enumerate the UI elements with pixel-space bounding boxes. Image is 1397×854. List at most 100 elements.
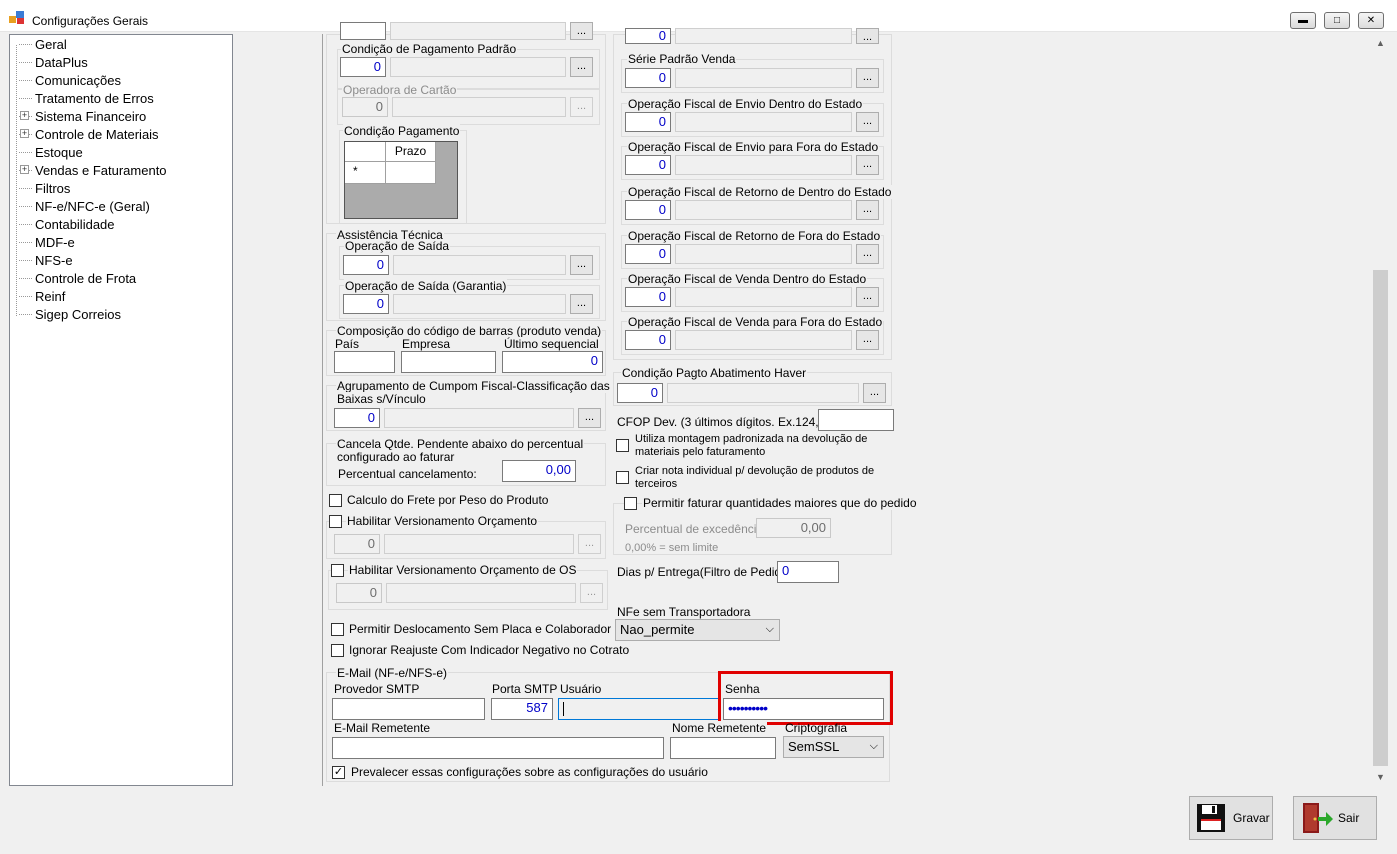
grid-cell-prazo[interactable]	[386, 162, 436, 184]
sair-button[interactable]: Sair	[1293, 796, 1377, 840]
op-input[interactable]: 0	[625, 200, 671, 220]
scroll-up-icon[interactable]: ▲	[1372, 34, 1389, 51]
tree-item[interactable]: Comunicações	[19, 71, 121, 89]
close-button[interactable]: ✕	[1358, 12, 1384, 29]
expand-icon[interactable]: +	[20, 129, 29, 138]
provedor-input[interactable]	[332, 698, 485, 720]
agrup-lookup[interactable]: ...	[578, 408, 601, 428]
abatimento-lookup[interactable]: ...	[863, 383, 886, 403]
barcode-pais-label: País	[334, 337, 361, 351]
abatimento-input[interactable]: 0	[617, 383, 663, 403]
minimize-button[interactable]: ▬	[1290, 12, 1316, 29]
op-input[interactable]: 0	[625, 155, 671, 175]
op-garantia-lookup[interactable]: ...	[570, 294, 593, 314]
tree-item[interactable]: Vendas e Faturamento	[19, 161, 167, 179]
tree-item[interactable]: Controle de Frota	[19, 269, 136, 287]
op-lookup[interactable]: ...	[856, 244, 879, 264]
grid-header-prazo[interactable]: Prazo	[386, 142, 436, 162]
expand-icon[interactable]: +	[20, 165, 29, 174]
email-group-label: E-Mail (NF-e/NFS-e)	[336, 666, 448, 680]
top-hidden-input[interactable]	[340, 22, 386, 40]
expand-icon[interactable]: +	[20, 111, 29, 120]
cond-pagamento-label: Condição Pagamento	[343, 124, 461, 138]
cfop-input[interactable]	[818, 409, 894, 431]
operadora-label: Operadora de Cartão	[342, 83, 458, 97]
frete-checkbox[interactable]	[329, 494, 342, 507]
tree-item[interactable]: NFS-e	[19, 251, 73, 269]
cond-pagamento-grid[interactable]: Prazo *	[344, 141, 458, 219]
op-desc	[675, 330, 852, 350]
cond-pag-padrao-lookup[interactable]: ...	[570, 57, 593, 77]
op-input[interactable]: 0	[625, 287, 671, 307]
scroll-down-icon[interactable]: ▼	[1372, 768, 1389, 785]
usuario-label: Usuário	[559, 682, 603, 696]
op-garantia-input[interactable]: 0	[343, 294, 389, 314]
scroll-thumb[interactable]	[1373, 270, 1388, 766]
barcode-pais-input[interactable]	[334, 351, 395, 373]
op-saida-lookup[interactable]: ...	[570, 255, 593, 275]
serie-lookup[interactable]: ...	[856, 68, 879, 88]
tree-item[interactable]: Estoque	[19, 143, 83, 161]
dias-entrega-input[interactable]: 0	[777, 561, 839, 583]
maximize-button[interactable]: □	[1324, 12, 1350, 29]
op-lookup[interactable]: ...	[856, 200, 879, 220]
tree-item[interactable]: NF-e/NFC-e (Geral)	[19, 197, 150, 215]
barcode-ultimo-input[interactable]: 0	[502, 351, 603, 373]
serie-input[interactable]: 0	[625, 68, 671, 88]
remetente-input[interactable]	[332, 737, 664, 759]
porta-input[interactable]: 587	[491, 698, 553, 720]
tree-connector	[19, 187, 32, 189]
op-input[interactable]: 0	[625, 112, 671, 132]
transportadora-label: NFe sem Transportadora	[616, 605, 752, 619]
cfop-label: CFOP Dev. (3 últimos dígitos. Ex.124,125…	[616, 415, 847, 429]
floppy-disk-icon	[1197, 804, 1225, 832]
nota-checkbox[interactable]	[616, 471, 629, 484]
transportadora-select[interactable]: Nao_permite ⌵	[615, 619, 780, 641]
versionamento-checkbox[interactable]	[329, 515, 342, 528]
tree-item[interactable]: DataPlus	[19, 53, 88, 71]
tree-item[interactable]: Tratamento de Erros	[19, 89, 154, 107]
agrup-label-1: Agrupamento de Cumpom Fiscal-Classificaç…	[336, 379, 611, 393]
tree-item[interactable]: MDF-e	[19, 233, 75, 251]
usuario-input[interactable]	[558, 698, 720, 720]
nome-remetente-input[interactable]	[670, 737, 776, 759]
op-saida-input[interactable]: 0	[343, 255, 389, 275]
reajuste-checkbox[interactable]	[331, 644, 344, 657]
tree-item[interactable]: Sistema Financeiro	[19, 107, 146, 125]
cripto-select[interactable]: SemSSL ⌵	[783, 736, 884, 758]
deslocamento-checkbox[interactable]	[331, 623, 344, 636]
tree-item-label: Controle de Frota	[35, 270, 137, 286]
cond-pag-padrao-input[interactable]: 0	[340, 57, 386, 77]
gravar-button[interactable]: Gravar	[1189, 796, 1273, 840]
dias-entrega-label: Dias p/ Entrega(Filtro de Pedido):	[616, 565, 797, 579]
top-right-input[interactable]: 0	[625, 28, 671, 44]
op-lookup[interactable]: ...	[856, 112, 879, 132]
tree-item-label: Reinf	[35, 288, 66, 304]
versionamento-desc	[384, 534, 574, 554]
tree-item[interactable]: Controle de Materiais	[19, 125, 159, 143]
montagem-checkbox[interactable]	[616, 439, 629, 452]
op-input[interactable]: 0	[625, 244, 671, 264]
tree-item[interactable]: Reinf	[19, 287, 65, 305]
op-lookup[interactable]: ...	[856, 155, 879, 175]
perc-cancelamento-input[interactable]: 0,00	[502, 460, 576, 482]
operadora-lookup: ...	[570, 97, 593, 117]
tree-item[interactable]: Sigep Correios	[19, 305, 121, 323]
montagem-label-1: Utiliza montagem padronizada na devoluçã…	[634, 433, 869, 445]
top-right-lookup[interactable]: ...	[856, 28, 879, 44]
frete-label: Calculo do Frete por Peso do Produto	[346, 493, 550, 507]
faturar-checkbox[interactable]	[624, 497, 637, 510]
versionamento-os-checkbox[interactable]	[331, 564, 344, 577]
op-lookup[interactable]: ...	[856, 330, 879, 350]
prevalecer-checkbox[interactable]: ✓	[332, 766, 345, 779]
barcode-empresa-input[interactable]	[401, 351, 496, 373]
tree-item[interactable]: Contabilidade	[19, 215, 115, 233]
top-hidden-lookup[interactable]: ...	[570, 22, 593, 40]
agrup-input[interactable]: 0	[334, 408, 380, 428]
tree-connector	[19, 151, 32, 153]
tree-item[interactable]: Filtros	[19, 179, 70, 197]
tree-item-label: NFS-e	[35, 252, 73, 268]
tree-item[interactable]: Geral	[19, 35, 67, 53]
op-lookup[interactable]: ...	[856, 287, 879, 307]
op-input[interactable]: 0	[625, 330, 671, 350]
